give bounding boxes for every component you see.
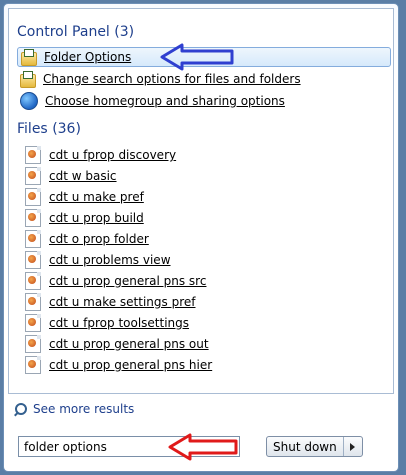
- result-label: Change search options for files and fold…: [43, 72, 301, 86]
- file-label: cdt o prop folder: [49, 232, 149, 246]
- file-item[interactable]: cdt u prop general pns src: [25, 271, 305, 291]
- document-icon: [25, 209, 41, 227]
- file-label: cdt u prop general pns hier: [49, 358, 213, 372]
- file-item[interactable]: cdt u make pref: [25, 187, 305, 207]
- file-item[interactable]: cdt o prop folder: [25, 229, 305, 249]
- files-group-title[interactable]: Files (36): [17, 121, 81, 137]
- see-more-label: See more results: [33, 402, 135, 416]
- result-homegroup[interactable]: Choose homegroup and sharing options: [17, 91, 391, 111]
- file-label: cdt u prop general pns out: [49, 337, 209, 351]
- document-icon: [25, 293, 41, 311]
- file-label: cdt u prop build: [49, 211, 144, 225]
- file-item[interactable]: cdt u prop build: [25, 208, 305, 228]
- result-change-search-options[interactable]: Change search options for files and fold…: [17, 69, 391, 89]
- control-panel-group-title[interactable]: Control Panel (3): [17, 24, 134, 40]
- files-count: (36): [52, 121, 81, 137]
- file-label: cdt u prop general pns src: [49, 274, 207, 288]
- shut-down-label: Shut down: [267, 437, 344, 456]
- file-label: cdt u fprop discovery: [49, 148, 177, 162]
- result-label: Choose homegroup and sharing options: [45, 94, 285, 108]
- result-label: Folder Options: [44, 50, 132, 64]
- shut-down-options-arrow-icon[interactable]: [344, 437, 362, 456]
- search-results-pane: Control Panel (3) Folder Options Change …: [8, 8, 394, 394]
- start-menu: Control Panel (3) Folder Options Change …: [3, 3, 399, 472]
- folder-options-icon: [21, 48, 37, 66]
- result-folder-options[interactable]: Folder Options: [17, 47, 391, 67]
- file-item[interactable]: cdt u fprop discovery: [25, 145, 305, 165]
- file-label: cdt u problems view: [49, 253, 171, 267]
- homegroup-icon: [20, 92, 38, 110]
- file-label: cdt u make settings pref: [49, 295, 196, 309]
- file-item[interactable]: cdt u make settings pref: [25, 292, 305, 312]
- document-icon: [25, 146, 41, 164]
- document-icon: [25, 167, 41, 185]
- document-icon: [25, 251, 41, 269]
- file-item[interactable]: cdt u fprop toolsettings: [25, 313, 305, 333]
- document-icon: [25, 356, 41, 374]
- file-label: cdt w basic: [49, 169, 117, 183]
- shut-down-button[interactable]: Shut down: [266, 436, 363, 457]
- control-panel-title: Control Panel: [17, 24, 110, 40]
- search-icon: [14, 402, 27, 416]
- see-more-results-link[interactable]: See more results: [14, 402, 134, 416]
- folder-options-icon: [20, 70, 36, 88]
- files-title: Files: [17, 121, 48, 137]
- file-label: cdt u fprop toolsettings: [49, 316, 190, 330]
- document-icon: [25, 230, 41, 248]
- file-item[interactable]: cdt w basic: [25, 166, 305, 186]
- file-label: cdt u make pref: [49, 190, 144, 204]
- document-icon: [25, 272, 41, 290]
- document-icon: [25, 314, 41, 332]
- document-icon: [25, 188, 41, 206]
- file-item[interactable]: cdt u prop general pns hier: [25, 355, 305, 375]
- file-item[interactable]: cdt u prop general pns out: [25, 334, 305, 354]
- search-input[interactable]: [18, 436, 240, 457]
- control-panel-count: (3): [114, 24, 135, 40]
- document-icon: [25, 335, 41, 353]
- file-item[interactable]: cdt u problems view: [25, 250, 305, 270]
